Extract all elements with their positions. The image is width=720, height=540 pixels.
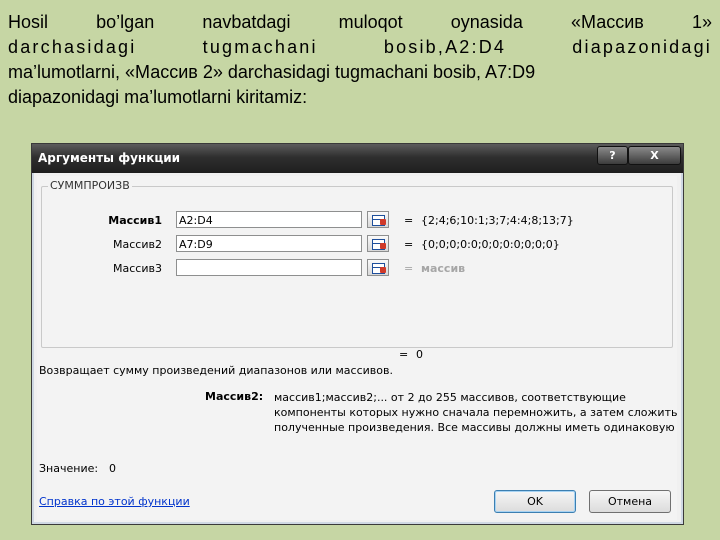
ok-button[interactable]: OK (494, 490, 576, 513)
slide-line-3: ma’lumotlarni, «Массив 2» darchasidagi t… (8, 62, 536, 82)
slide-text: Hosil bo’lgan navbatdagi muloqot oynasid… (8, 10, 712, 110)
dialog-titlebar[interactable]: Аргументы функции ? X (32, 144, 683, 173)
slide-line-1: Hosil bo’lgan navbatdagi muloqot oynasid… (8, 12, 712, 32)
arg1-equals: = (404, 214, 414, 227)
value-label: Значение: (39, 462, 99, 475)
arg2-label: Массив2 (113, 238, 162, 251)
help-button[interactable]: ? (597, 146, 628, 165)
arg1-result: {2;4;6;10:1;3;7;4:4;8;13;7} (421, 214, 574, 227)
arg1-label: Массив1 (108, 214, 162, 227)
arg-help-line: компоненты которых нужно сначала перемно… (274, 406, 678, 419)
formula-result: 0 (416, 348, 423, 361)
arg1-collapse-button[interactable] (367, 211, 389, 228)
dialog-body: СУММПРОИЗВ Массив1 A2:D4 = {2;4;6;10:1;3… (37, 176, 677, 520)
function-help-link[interactable]: Справка по этой функции (39, 495, 190, 508)
arg2-input[interactable]: A7:D9 (176, 235, 362, 252)
arg3-input[interactable] (176, 259, 362, 276)
arg3-result: массив (421, 262, 466, 275)
arg1-input[interactable]: A2:D4 (176, 211, 362, 228)
arg-help-line: полученные произведения. Все массивы дол… (274, 421, 675, 434)
arg-help-text: массив1;массив2;... от 2 до 255 массивов… (274, 390, 678, 435)
arg3-equals: = (404, 262, 414, 275)
arg3-label: Массив3 (113, 262, 162, 275)
arguments-group: СУММПРОИЗВ Массив1 A2:D4 = {2;4;6;10:1;3… (41, 179, 673, 348)
function-arguments-dialog: Аргументы функции ? X СУММПРОИЗВ Массив1… (31, 143, 684, 525)
arg-help-line: массив1;массив2;... от 2 до 255 массивов… (274, 391, 626, 404)
cancel-button[interactable]: Отмена (589, 490, 671, 513)
close-button[interactable]: X (628, 146, 681, 165)
arg2-collapse-button[interactable] (367, 235, 389, 252)
slide-line-4: diapazonidagi ma’lumotlarni kiritamiz: (8, 87, 308, 107)
arg-help-name: Массив2: (205, 390, 264, 403)
value-display: 0 (109, 462, 116, 475)
slide-line-2: darchasidagi tugmachani bosib,A2:D4 diap… (8, 37, 712, 57)
result-equals: = (399, 348, 409, 361)
dialog-title: Аргументы функции (38, 151, 181, 165)
function-description: Возвращает сумму произведений диапазонов… (39, 364, 393, 377)
arg2-result: {0;0;0;0:0;0;0;0:0;0;0;0} (421, 238, 560, 251)
function-name: СУММПРОИЗВ (48, 179, 132, 192)
arg2-equals: = (404, 238, 414, 251)
arg3-collapse-button[interactable] (367, 259, 389, 276)
